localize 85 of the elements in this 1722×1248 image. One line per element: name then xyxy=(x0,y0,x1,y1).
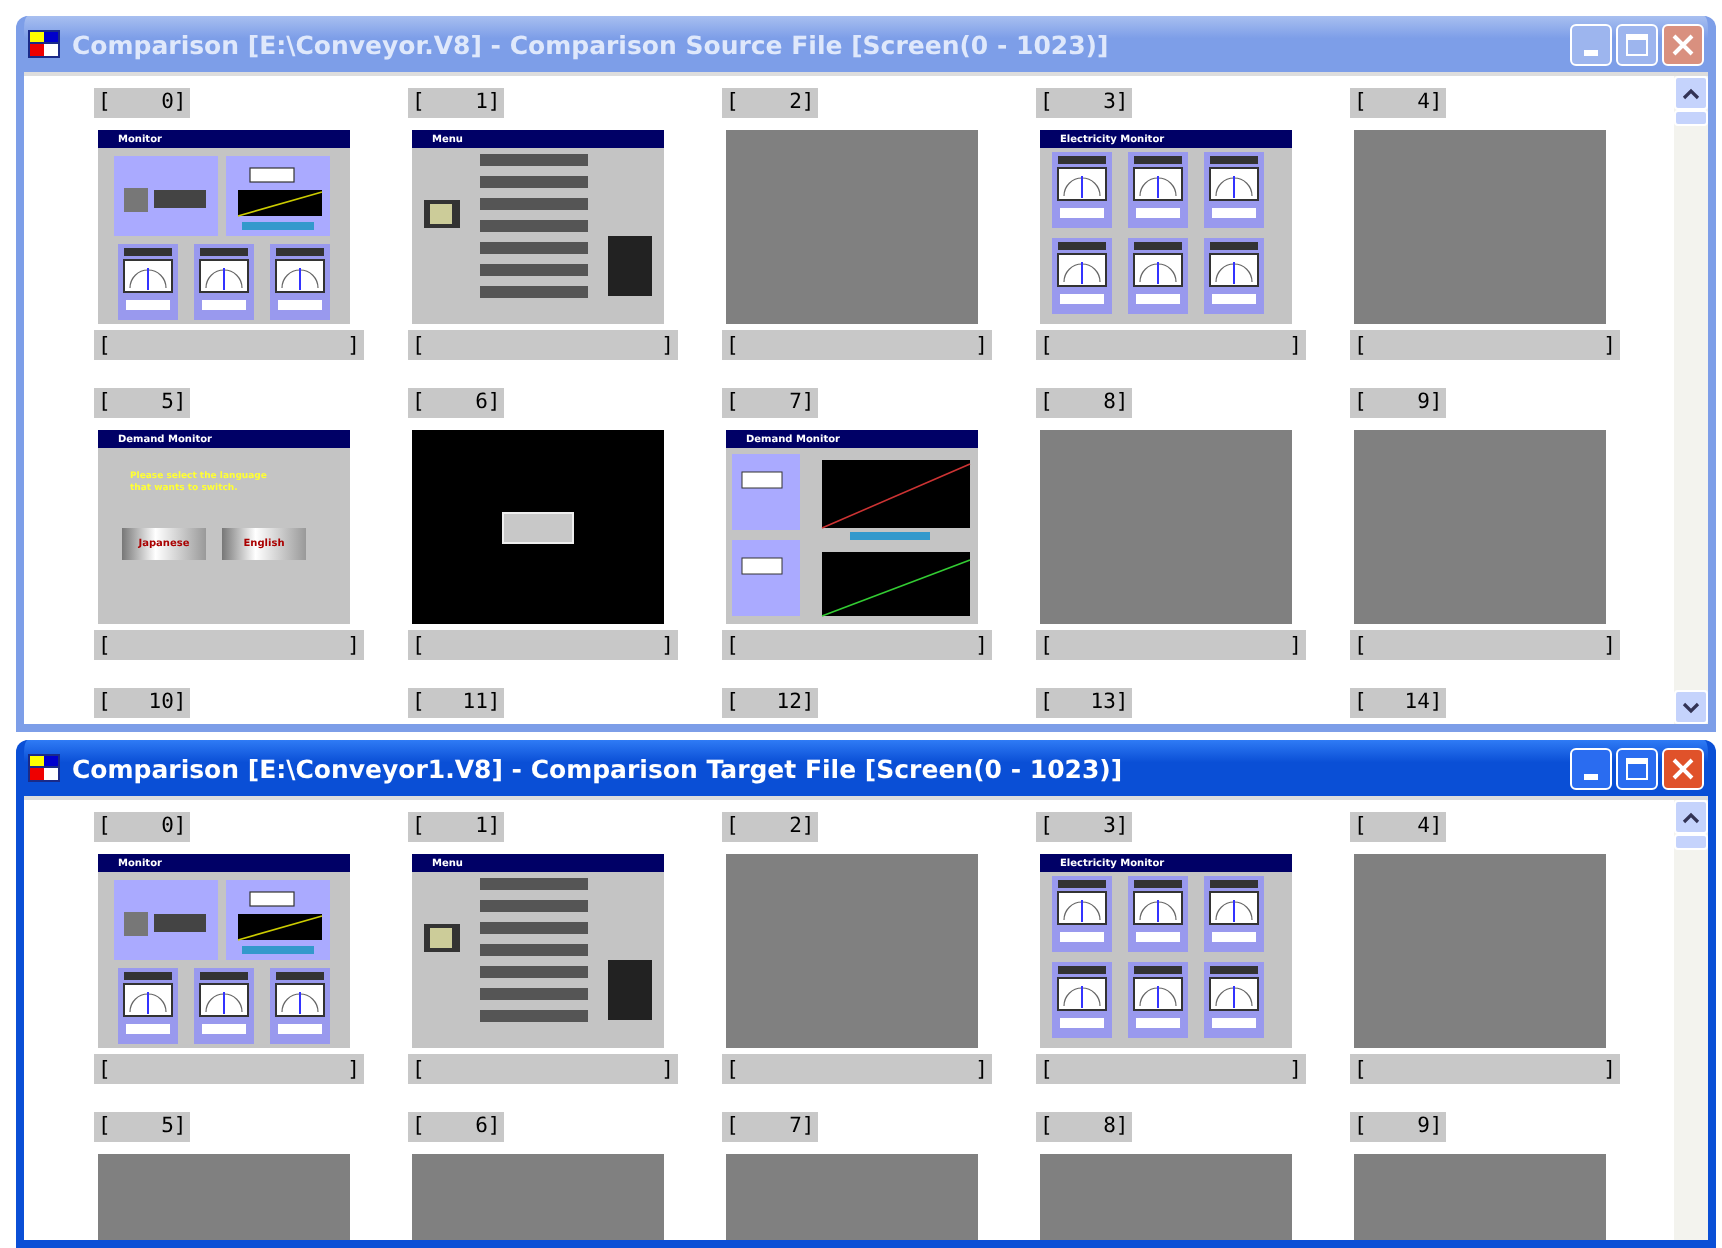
bracket-text: [ xyxy=(1354,1057,1367,1081)
screen-number: [ 12] xyxy=(722,688,819,718)
bracket-text: [ xyxy=(1354,333,1367,357)
bracket-text: ] xyxy=(975,333,988,357)
maximize-button[interactable] xyxy=(1616,747,1658,789)
window-title: Comparison [E:\Conveyor.V8] - Comparison Source File [Screen(0 - 1023)] xyxy=(72,29,1111,59)
scroll-thumb[interactable] xyxy=(1674,110,1708,126)
comment-field[interactable]: [ ] xyxy=(1350,1054,1620,1084)
bracket-text: [ xyxy=(1040,633,1053,657)
screen-number: [ 9] xyxy=(1350,388,1447,418)
maximize-icon xyxy=(1626,757,1648,779)
screen-number: [ 6] xyxy=(408,1112,505,1142)
minimize-button[interactable] xyxy=(1570,747,1612,789)
screen-number: [ 1] xyxy=(408,88,505,118)
bracket-text: ] xyxy=(1603,1057,1616,1081)
screen-number: [ 10] xyxy=(94,688,191,718)
bracket-text: ] xyxy=(1603,633,1616,657)
screen-number: [ 4] xyxy=(1350,812,1447,842)
bracket-text: ] xyxy=(661,633,674,657)
bracket-text: ] xyxy=(975,633,988,657)
bracket-text: ] xyxy=(661,1057,674,1081)
screen-number: [ 4] xyxy=(1350,88,1447,118)
scroll-down-button[interactable] xyxy=(1674,690,1708,724)
caret-down-icon xyxy=(1682,701,1700,713)
comment-field[interactable]: [ ] xyxy=(722,1054,992,1084)
minimize-icon xyxy=(1584,49,1598,55)
screen-number: [ 11] xyxy=(408,688,505,718)
close-icon xyxy=(1672,757,1694,779)
empty-screen-preview[interactable] xyxy=(1354,854,1606,1048)
bracket-text: ] xyxy=(347,333,360,357)
maximize-icon xyxy=(1626,33,1648,55)
close-icon xyxy=(1672,33,1694,55)
bracket-text: ] xyxy=(347,1057,360,1081)
bracket-text: [ xyxy=(726,633,739,657)
screen-number: [ 2] xyxy=(722,88,819,118)
bracket-text: [ xyxy=(412,1057,425,1081)
scroll-thumb[interactable] xyxy=(1674,834,1708,850)
app-icon xyxy=(28,754,60,782)
caret-up-icon xyxy=(1682,811,1700,823)
screen-number: [ 5] xyxy=(94,1112,191,1142)
dialog-box xyxy=(502,511,574,543)
bracket-text: [ xyxy=(98,333,111,357)
bracket-text: [ xyxy=(412,633,425,657)
caret-up-icon xyxy=(1682,87,1700,99)
bracket-text: ] xyxy=(1289,333,1302,357)
screen-number: [ 1] xyxy=(408,812,505,842)
app-icon xyxy=(28,30,60,58)
bracket-text: ] xyxy=(661,333,674,357)
screen-number: [ 14] xyxy=(1350,688,1447,718)
screen-number: [ 2] xyxy=(722,812,819,842)
screen-number: [ 13] xyxy=(1036,688,1133,718)
minimize-icon xyxy=(1584,773,1598,779)
scroll-up-button[interactable] xyxy=(1674,800,1708,834)
close-button[interactable] xyxy=(1662,747,1704,789)
vertical-scrollbar[interactable] xyxy=(1674,800,1708,1240)
screen-number: [ 0] xyxy=(94,88,191,118)
screen-number: [ 5] xyxy=(94,388,191,418)
screen-number: [ 8] xyxy=(1036,1112,1133,1142)
screen-number: [ 3] xyxy=(1036,88,1133,118)
screen-number: [ 0] xyxy=(94,812,191,842)
bracket-text: [ xyxy=(98,633,111,657)
bracket-text: ] xyxy=(1603,333,1616,357)
scroll-up-button[interactable] xyxy=(1674,76,1708,110)
screen-number: [ 8] xyxy=(1036,388,1133,418)
screen-number: [ 3] xyxy=(1036,812,1133,842)
bracket-text: [ xyxy=(412,333,425,357)
bracket-text: [ xyxy=(1354,633,1367,657)
bracket-text: [ xyxy=(726,333,739,357)
screen-number: [ 7] xyxy=(722,1112,819,1142)
bracket-text: ] xyxy=(1289,633,1302,657)
window-title: Comparison [E:\Conveyor1.V8] - Comparison Target File [Screen(0 - 1023)] xyxy=(72,753,1125,783)
screen-number: [ 7] xyxy=(722,388,819,418)
comment-field[interactable]: [ ] xyxy=(408,1054,678,1084)
bracket-text: ] xyxy=(1289,1057,1302,1081)
screen-number: [ 9] xyxy=(1350,1112,1447,1142)
bracket-text: ] xyxy=(975,1057,988,1081)
comment-field[interactable]: [ ] xyxy=(94,1054,364,1084)
bracket-text: [ xyxy=(98,1057,111,1081)
bracket-text: ] xyxy=(347,633,360,657)
screen-number: [ 6] xyxy=(408,388,505,418)
bracket-text: [ xyxy=(726,1057,739,1081)
bracket-text: [ xyxy=(1040,1057,1053,1081)
bracket-text: [ xyxy=(1040,333,1053,357)
comment-field[interactable]: [ ] xyxy=(1036,1054,1306,1084)
empty-screen-preview[interactable] xyxy=(726,854,978,1048)
